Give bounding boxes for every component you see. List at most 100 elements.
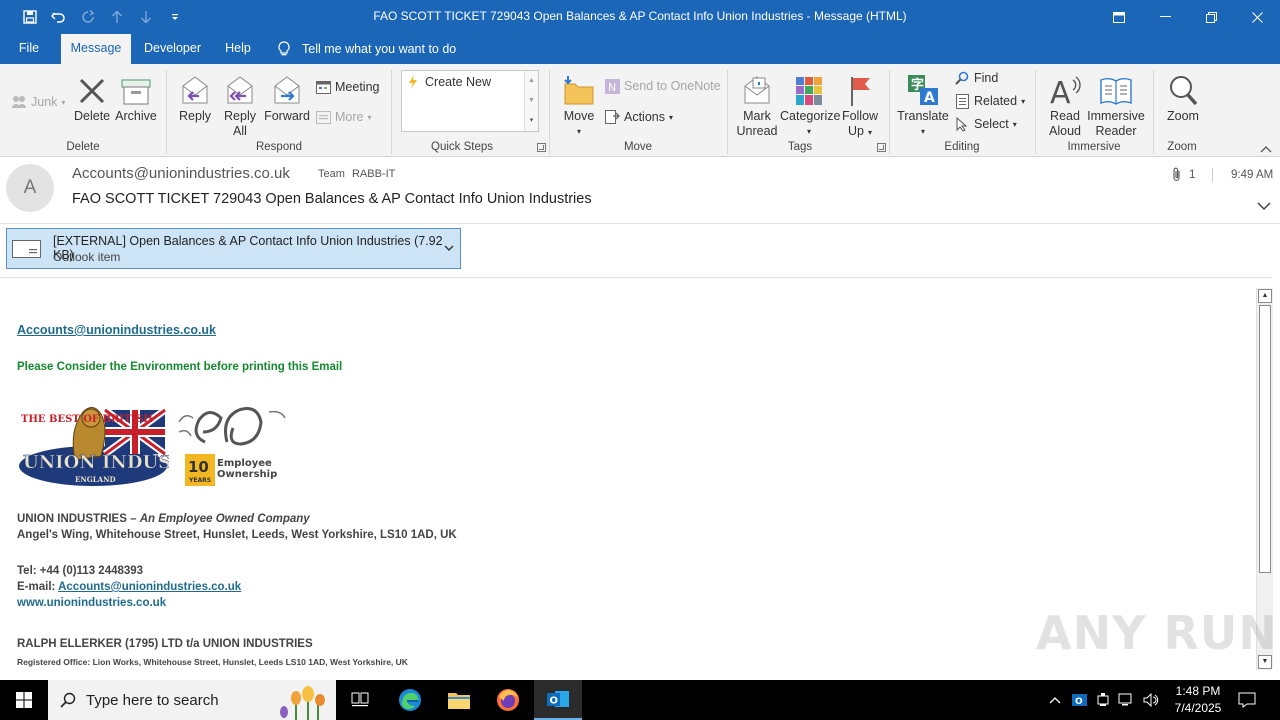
reply-all-button[interactable]: Reply All (220, 70, 260, 139)
move-button[interactable]: Move ▾ (560, 70, 598, 139)
recipient-value[interactable]: RABB-IT (352, 168, 395, 180)
employee-ownership-logo: 10 YEARS Employee Ownership (177, 402, 289, 488)
actions-button[interactable]: Actions ▾ (603, 107, 673, 127)
categorize-icon (780, 70, 838, 106)
collapse-ribbon-icon[interactable] (1260, 142, 1272, 156)
company-tagline: An Employee Owned Company (139, 513, 310, 525)
notifications-icon[interactable] (1232, 680, 1262, 720)
select-button[interactable]: Select ▾ (953, 114, 1017, 134)
categorize-button[interactable]: Categorize ▾ (780, 70, 840, 139)
chevron-down-icon[interactable]: ▼ (525, 91, 538, 111)
outlook-tray-icon[interactable]: O (1070, 680, 1088, 720)
delete-label: Delete (74, 109, 111, 123)
read-aloud-label-2: Aloud (1049, 124, 1081, 138)
task-view-icon[interactable] (336, 680, 384, 720)
quick-steps-group-label: Quick Steps (431, 141, 493, 153)
volume-icon[interactable] (1141, 680, 1161, 720)
attachment-type: Outlook item (53, 250, 121, 264)
group-divider (727, 70, 728, 154)
find-icon (953, 70, 971, 86)
outlook-taskbar-icon[interactable]: O (534, 680, 582, 720)
taskbar: Type here to search O O 1:48 PM 7/4/2025 (0, 680, 1280, 720)
attachment-menu-icon[interactable] (443, 239, 455, 260)
meeting-icon (314, 79, 332, 95)
expand-gallery-icon[interactable]: ▾ (525, 111, 538, 131)
ribbon: Junk ▾ Delete Archive Delete Reply Reply … (0, 64, 1280, 157)
tab-message[interactable]: Message (61, 34, 131, 64)
show-hidden-icons[interactable] (1046, 680, 1064, 720)
scroll-up-icon[interactable]: ▲ (1258, 289, 1272, 303)
file-explorer-icon[interactable] (435, 680, 483, 720)
meeting-button[interactable]: Meeting (314, 77, 379, 97)
attachment-item[interactable]: [EXTERNAL] Open Balances & AP Contact In… (6, 228, 461, 269)
translate-button[interactable]: 字A Translate ▾ (896, 70, 950, 139)
delete-button[interactable]: Delete (74, 70, 110, 124)
environment-note: Please Consider the Environment before p… (17, 361, 343, 373)
recipient-line: Team RABB-IT (318, 168, 399, 180)
watermark: ANY RUN (1036, 606, 1278, 660)
junk-icon (10, 94, 28, 110)
edge-browser-icon[interactable] (386, 680, 434, 720)
sender-address[interactable]: Accounts@unionindustries.co.uk (72, 165, 290, 182)
quick-step-create-new[interactable]: Create New (408, 75, 491, 89)
flag-icon (840, 70, 880, 106)
windows-logo-icon (16, 692, 32, 708)
quick-steps-scroll[interactable]: ▲ ▼ ▾ (524, 71, 538, 131)
move-label: Move (563, 109, 595, 123)
union-industries-logo: THE BEST OF BRITISH UNION INDUSTRIES ENG… (17, 400, 235, 488)
send-to-onenote-button[interactable]: N Send to OneNote (603, 76, 721, 96)
paperclip-icon (1173, 167, 1180, 182)
reply-button[interactable]: Reply (176, 70, 214, 124)
immersive-reader-label-1: Immersive (1087, 109, 1145, 123)
received-time: 9:49 AM (1231, 169, 1274, 181)
website-link[interactable]: www.unionindustries.co.uk (17, 597, 166, 609)
company-name: UNION INDUSTRIES – (17, 513, 140, 525)
zoom-label: Zoom (1167, 109, 1199, 123)
find-button[interactable]: Find (953, 68, 998, 88)
related-label: Related (974, 94, 1018, 108)
more-respond-button[interactable]: More ▾ (314, 107, 372, 127)
start-button[interactable] (0, 680, 48, 720)
related-button[interactable]: Related ▾ (953, 91, 1025, 111)
move-group-label: Move (623, 141, 653, 153)
window-controls (1096, 0, 1280, 34)
restore-icon[interactable] (1188, 0, 1234, 34)
signature-email-link[interactable]: Accounts@unionindustries.co.uk (58, 581, 241, 593)
forward-button[interactable]: Forward (264, 70, 310, 124)
group-divider (1035, 70, 1036, 154)
follow-up-button[interactable]: Follow Up ▾ (840, 70, 880, 140)
minimize-icon[interactable] (1142, 0, 1188, 34)
ribbon-display-options-icon[interactable] (1096, 0, 1142, 34)
tab-file[interactable]: File (8, 34, 50, 64)
taskbar-search[interactable]: Type here to search (48, 680, 336, 720)
expand-header-icon[interactable] (1257, 200, 1271, 214)
close-icon[interactable] (1234, 0, 1280, 34)
search-icon (60, 692, 76, 708)
message-subject: FAO SCOTT TICKET 729043 Open Balances & … (72, 191, 592, 207)
firefox-icon[interactable] (484, 680, 532, 720)
chevron-up-icon[interactable]: ▲ (525, 71, 538, 91)
select-label: Select (974, 117, 1009, 131)
tell-me-search[interactable]: Tell me what you want to do (278, 34, 456, 64)
scrollbar-thumb[interactable] (1259, 305, 1271, 573)
junk-button[interactable]: Junk ▾ (10, 92, 65, 112)
zoom-button[interactable]: Zoom (1162, 70, 1204, 124)
email-link[interactable]: Accounts@unionindustries.co.uk (17, 323, 216, 337)
immersive-reader-icon (1086, 70, 1146, 106)
archive-label: Archive (115, 109, 157, 123)
company-line: UNION INDUSTRIES – An Employee Owned Com… (17, 513, 310, 525)
avatar[interactable]: A (6, 164, 54, 212)
lightbulb-icon (278, 41, 290, 56)
taskbar-clock[interactable]: 1:48 PM 7/4/2025 (1170, 683, 1226, 717)
immersive-reader-button[interactable]: Immersive Reader (1086, 70, 1146, 139)
network-icon[interactable] (1117, 680, 1135, 720)
quick-steps-launcher-icon[interactable] (537, 143, 546, 152)
mark-unread-button[interactable]: Mark Unread (734, 70, 780, 139)
logo-union-industries: UNION INDUSTRIES (23, 452, 169, 473)
tab-help[interactable]: Help (218, 34, 258, 64)
read-aloud-button[interactable]: A Read Aloud (1044, 70, 1086, 139)
device-tray-icon[interactable] (1094, 680, 1112, 720)
tags-launcher-icon[interactable] (877, 143, 886, 152)
tab-developer[interactable]: Developer (139, 34, 206, 64)
archive-button[interactable]: Archive (114, 70, 158, 124)
